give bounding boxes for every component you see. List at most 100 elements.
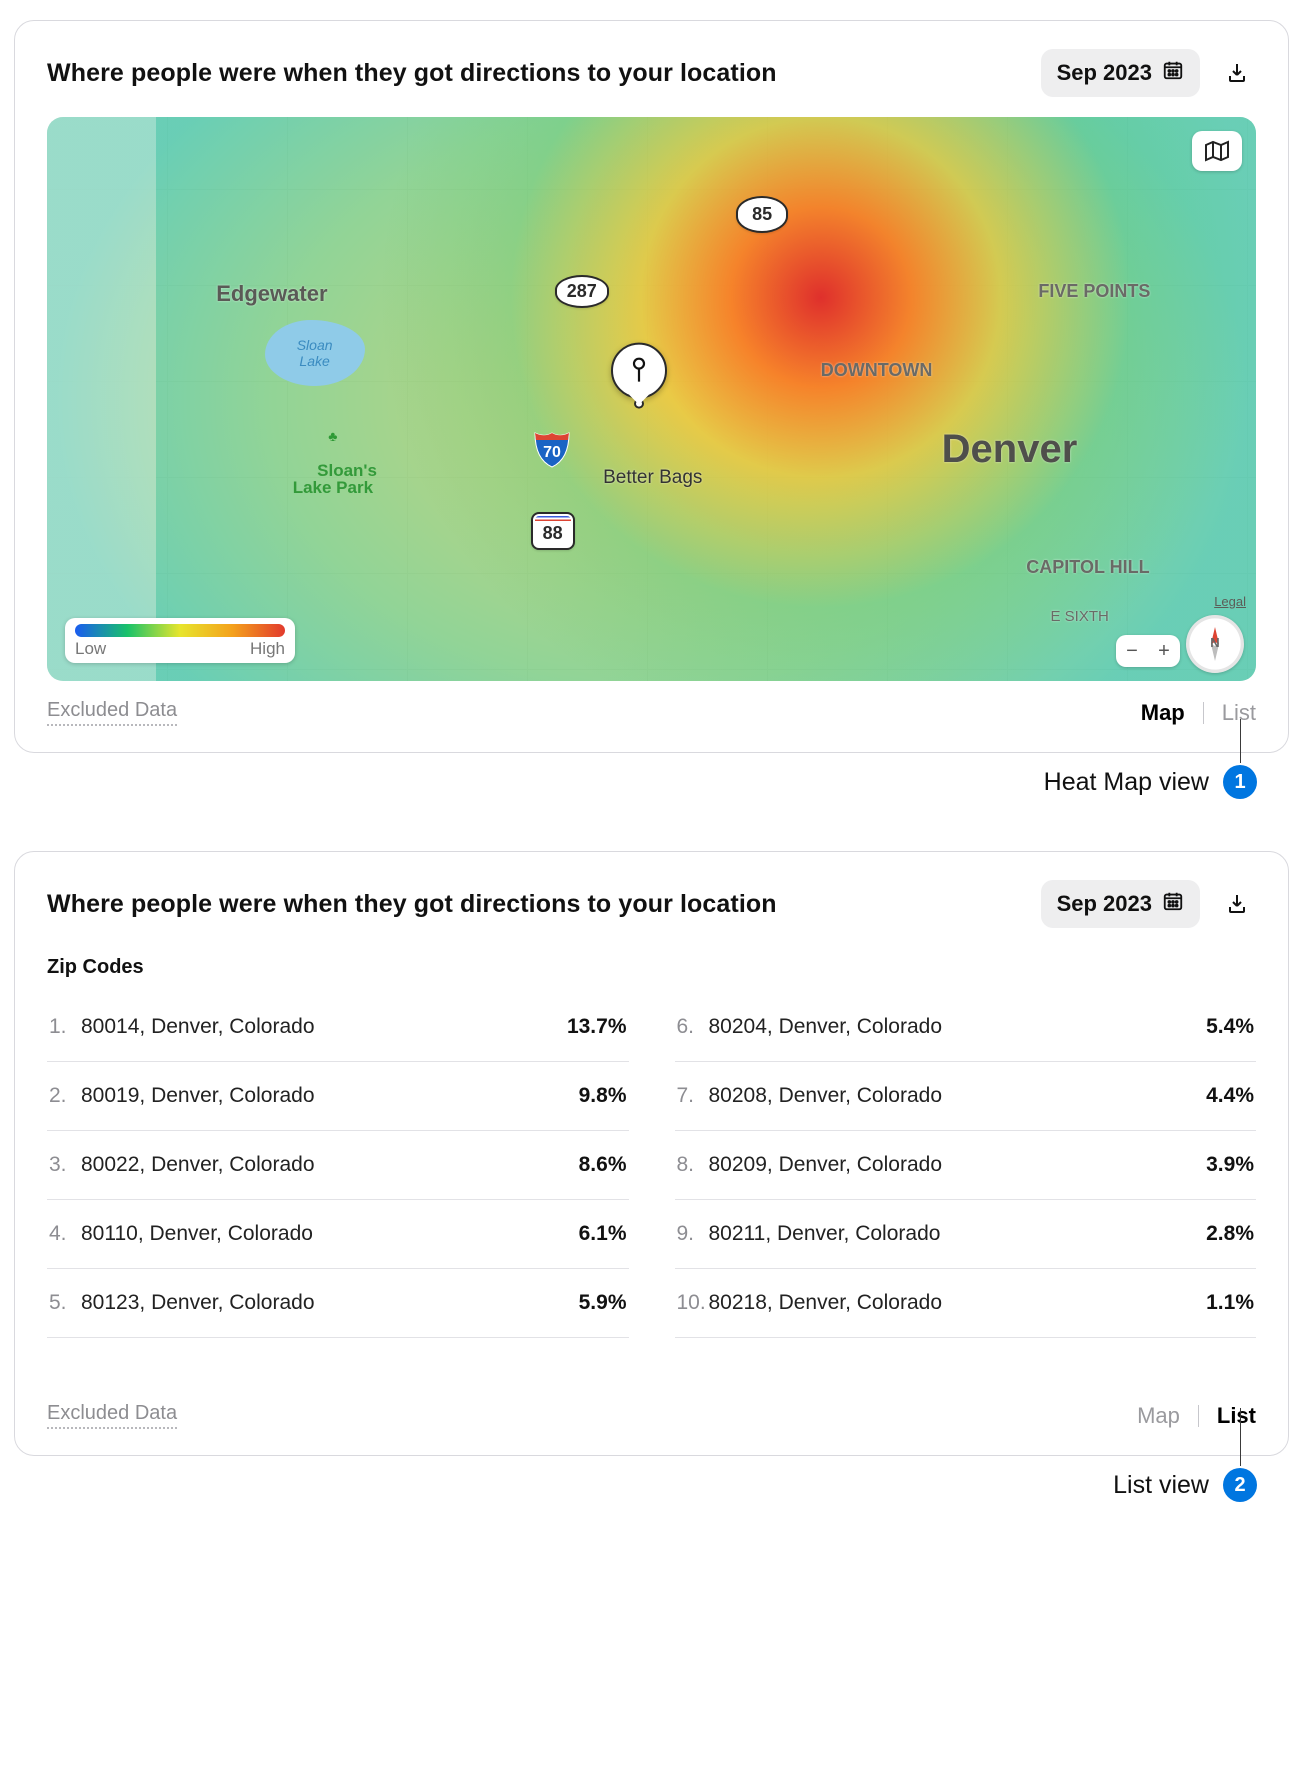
zip-rank: 6. (677, 1015, 709, 1039)
zip-name: 80110, Denver, Colorado (81, 1222, 579, 1246)
callout-1-label: Heat Map view (1044, 768, 1209, 797)
zip-rank: 3. (49, 1153, 81, 1177)
zip-row: 10.80218, Denver, Colorado1.1% (675, 1269, 1257, 1338)
map-label-esixth: E SIXTH (1050, 608, 1108, 625)
zip-percent: 1.1% (1206, 1291, 1254, 1315)
zip-percent: 4.4% (1206, 1084, 1254, 1108)
zip-rank: 5. (49, 1291, 81, 1315)
zip-percent: 9.8% (579, 1084, 627, 1108)
business-pin[interactable] (611, 343, 667, 399)
zip-rank: 1. (49, 1015, 81, 1039)
map-label-denver: Denver (942, 427, 1078, 472)
zip-codes-heading: Zip Codes (47, 956, 1256, 979)
map-label-edgewater: Edgewater (216, 281, 327, 307)
interstate-shield-70: 70 (531, 427, 573, 469)
callout-1: Heat Map view 1 (8, 765, 1257, 799)
excluded-data-link[interactable]: Excluded Data (47, 699, 177, 726)
zip-row: 1.80014, Denver, Colorado13.7% (47, 993, 629, 1062)
calendar-icon (1162, 890, 1184, 918)
legend-gradient (75, 624, 285, 637)
date-label: Sep 2023 (1057, 60, 1152, 86)
zip-row: 5.80123, Denver, Colorado5.9% (47, 1269, 629, 1338)
callout-badge-2: 2 (1223, 1468, 1257, 1502)
calendar-icon (1162, 59, 1184, 87)
zip-row: 2.80019, Denver, Colorado9.8% (47, 1062, 629, 1131)
zip-name: 80204, Denver, Colorado (709, 1015, 1207, 1039)
map-label-fivepoints: FIVE POINTS (1038, 281, 1150, 302)
heat-legend: Low High (65, 618, 295, 663)
zip-row: 9.80211, Denver, Colorado2.8% (675, 1200, 1257, 1269)
zip-percent: 2.8% (1206, 1222, 1254, 1246)
zip-column-left: 1.80014, Denver, Colorado13.7%2.80019, D… (47, 993, 629, 1338)
zip-column-right: 6.80204, Denver, Colorado5.4%7.80208, De… (675, 993, 1257, 1338)
zip-rank: 7. (677, 1084, 709, 1108)
zip-name: 80218, Denver, Colorado (709, 1291, 1207, 1315)
map-view-tab[interactable]: Map (1141, 700, 1185, 726)
zip-percent: 3.9% (1206, 1153, 1254, 1177)
directions-heatmap-card: Where people were when they got directio… (14, 20, 1289, 753)
callout-2-label: List view (1113, 1471, 1209, 1500)
zoom-control: − + (1116, 635, 1180, 667)
download-button[interactable] (1218, 885, 1256, 923)
pin-icon (629, 358, 649, 384)
business-name: Better Bags (603, 467, 702, 489)
heat-map[interactable]: Denver DOWNTOWN FIVE POINTS CAPITOL HILL… (47, 117, 1256, 681)
co-shield-88: 88 (531, 512, 575, 550)
zip-row: 4.80110, Denver, Colorado6.1% (47, 1200, 629, 1269)
us-shield-85: 85 (736, 196, 788, 233)
map-label-downtown: DOWNTOWN (821, 360, 933, 381)
zip-row: 7.80208, Denver, Colorado4.4% (675, 1062, 1257, 1131)
legend-high: High (250, 639, 285, 659)
zip-percent: 5.4% (1206, 1015, 1254, 1039)
zip-name: 80014, Denver, Colorado (81, 1015, 567, 1039)
card-footer: Excluded Data Map List (47, 699, 1256, 726)
excluded-data-link[interactable]: Excluded Data (47, 1402, 177, 1429)
zip-row: 3.80022, Denver, Colorado8.6% (47, 1131, 629, 1200)
zip-percent: 6.1% (579, 1222, 627, 1246)
card-header: Where people were when they got directio… (47, 49, 1256, 97)
zip-table: 1.80014, Denver, Colorado13.7%2.80019, D… (47, 993, 1256, 1338)
download-button[interactable] (1218, 54, 1256, 92)
zip-rank: 10. (677, 1291, 709, 1315)
map-icon (1204, 140, 1230, 162)
svg-text:70: 70 (543, 444, 561, 461)
toggle-separator (1203, 702, 1204, 724)
zip-percent: 8.6% (579, 1153, 627, 1177)
view-toggle: Map List (1137, 1403, 1256, 1429)
zip-name: 80211, Denver, Colorado (709, 1222, 1207, 1246)
card-header: Where people were when they got directio… (47, 880, 1256, 928)
download-icon (1225, 61, 1249, 85)
zip-name: 80209, Denver, Colorado (709, 1153, 1207, 1177)
zip-rank: 4. (49, 1222, 81, 1246)
map-label-capitol: CAPITOL HILL (1026, 557, 1149, 578)
zip-name: 80019, Denver, Colorado (81, 1084, 579, 1108)
list-view-tab[interactable]: List (1217, 1403, 1256, 1429)
zoom-out-button[interactable]: − (1116, 635, 1148, 667)
heat-overlay (47, 117, 1256, 681)
compass-button[interactable]: N (1186, 615, 1244, 673)
us-shield-287: 287 (555, 275, 609, 308)
card-title: Where people were when they got directio… (47, 59, 1023, 88)
map-type-button[interactable] (1192, 131, 1242, 171)
zip-name: 80123, Denver, Colorado (81, 1291, 579, 1315)
map-view-tab[interactable]: Map (1137, 1403, 1180, 1429)
sloan-lake: Sloan Lake (265, 320, 365, 386)
zip-percent: 13.7% (567, 1015, 627, 1039)
zip-name: 80208, Denver, Colorado (709, 1084, 1207, 1108)
card-footer: Excluded Data Map List (47, 1402, 1256, 1429)
date-range-picker[interactable]: Sep 2023 (1041, 49, 1200, 97)
date-label: Sep 2023 (1057, 891, 1152, 917)
directions-list-card: Where people were when they got directio… (14, 851, 1289, 1456)
zip-row: 8.80209, Denver, Colorado3.9% (675, 1131, 1257, 1200)
date-range-picker[interactable]: Sep 2023 (1041, 880, 1200, 928)
zip-rank: 9. (677, 1222, 709, 1246)
zip-row: 6.80204, Denver, Colorado5.4% (675, 993, 1257, 1062)
legal-link[interactable]: Legal (1214, 594, 1246, 609)
zoom-in-button[interactable]: + (1148, 635, 1180, 667)
download-icon (1225, 892, 1249, 916)
zip-rank: 8. (677, 1153, 709, 1177)
zip-rank: 2. (49, 1084, 81, 1108)
zip-name: 80022, Denver, Colorado (81, 1153, 579, 1177)
legend-low: Low (75, 639, 106, 659)
card-title: Where people were when they got directio… (47, 890, 1023, 919)
